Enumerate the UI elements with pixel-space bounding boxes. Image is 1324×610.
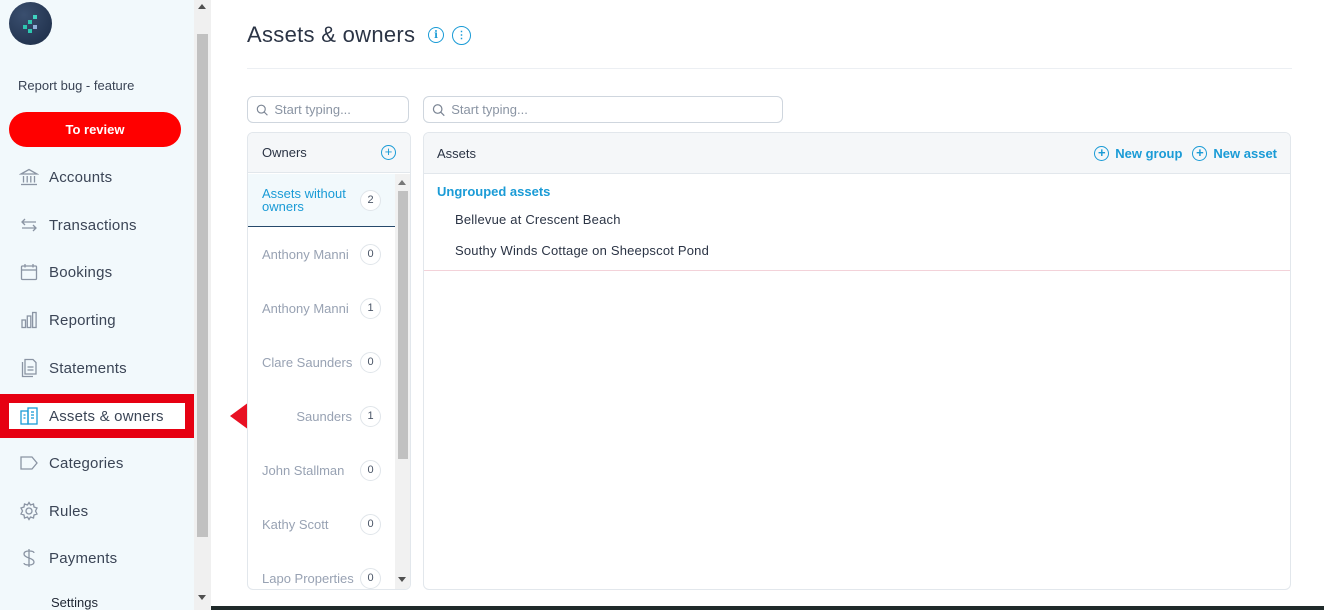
new-asset-label: New asset — [1213, 145, 1277, 161]
page-title: Assets & owners — [247, 22, 416, 47]
owner-count-badge: 0 — [360, 459, 381, 481]
sidebar-item-label: Accounts — [49, 168, 113, 186]
tag-icon — [18, 452, 40, 474]
sidebar-item-label: Assets & owners — [49, 407, 164, 425]
owner-count-badge: 2 — [360, 189, 381, 211]
sidebar-item-transactions[interactable]: Transactions — [0, 205, 194, 245]
more-options-icon[interactable]: ⋮ — [452, 26, 471, 45]
gear-icon — [18, 500, 40, 522]
new-asset-button[interactable]: + New asset — [1192, 145, 1277, 161]
owner-row[interactable]: Clare Saunders 0 — [248, 351, 395, 373]
owner-count-badge: 1 — [360, 297, 381, 319]
assets-header: Assets + New group + New asset — [424, 133, 1290, 174]
owner-name: John Stallman — [262, 462, 345, 478]
owners-header-label: Owners — [262, 145, 307, 160]
app-logo[interactable] — [9, 2, 52, 45]
assets-panel: Assets + New group + New asset Ungrouped… — [423, 132, 1291, 590]
owners-header: Owners + — [248, 133, 410, 173]
taskbar-strip — [211, 606, 1324, 610]
logo-icon — [22, 14, 37, 33]
document-icon — [18, 357, 40, 379]
owner-row[interactable]: Anthony Manni 0 — [248, 243, 395, 265]
plus-circle-icon: + — [1094, 145, 1110, 161]
owner-count-badge: 1 — [360, 405, 381, 427]
owner-row[interactable]: Saunders 1 — [248, 405, 395, 427]
owners-search-field[interactable] — [247, 96, 409, 123]
scroll-down-arrow-icon[interactable] — [198, 595, 206, 600]
sidebar-item-label: Payments — [49, 549, 118, 567]
owner-count-badge: 0 — [360, 351, 381, 373]
owner-row[interactable]: John Stallman 0 — [248, 459, 395, 481]
sidebar-item-rules[interactable]: Rules — [0, 491, 194, 531]
active-item-box: Assets & owners — [9, 403, 185, 429]
asset-group-title[interactable]: Ungrouped assets — [437, 184, 550, 199]
sidebar-item-bookings[interactable]: Bookings — [0, 252, 194, 292]
sidebar-item-label: Bookings — [49, 263, 113, 281]
group-divider — [424, 270, 1290, 271]
asset-item[interactable]: Southy Winds Cottage on Sheepscot Pond — [455, 243, 709, 258]
sidebar-item-payments[interactable]: Payments — [0, 538, 194, 578]
owner-row[interactable]: Anthony Manni 1 — [248, 297, 395, 319]
sidebar-item-label: Transactions — [49, 216, 137, 234]
new-group-label: New group — [1115, 145, 1183, 161]
sidebar-item-label: Reporting — [49, 311, 116, 329]
sidebar-item-categories[interactable]: Categories — [0, 443, 194, 483]
owner-count-badge: 0 — [360, 567, 381, 589]
to-review-button[interactable]: To review — [9, 112, 181, 147]
assets-actions: + New group + New asset — [1094, 145, 1277, 161]
owner-name: Assets without owners — [262, 186, 346, 214]
buildings-icon — [18, 405, 40, 427]
owner-name: Anthony Manni — [262, 246, 349, 262]
title-icons: i ⋮ — [428, 26, 471, 45]
search-icon — [256, 104, 268, 116]
assets-header-label: Assets — [437, 145, 477, 161]
owner-name: Clare Saunders — [262, 354, 353, 370]
owner-row-selected[interactable]: Assets without owners 2 — [248, 174, 395, 227]
calendar-icon — [18, 261, 40, 283]
sidebar-item-settings[interactable]: Settings — [51, 595, 98, 610]
owner-name: Anthony Manni — [262, 300, 349, 316]
divider — [247, 68, 1292, 69]
scroll-up-arrow-icon[interactable] — [398, 180, 406, 185]
report-bug-link[interactable]: Report bug - feature — [18, 78, 134, 93]
plus-circle-icon: + — [1192, 145, 1208, 161]
assets-search-input[interactable] — [451, 102, 782, 117]
swap-arrows-icon — [18, 214, 40, 236]
owner-row[interactable]: Kathy Scott 0 — [248, 513, 395, 535]
owners-panel: Owners + Assets without owners 2 Anthony… — [247, 132, 411, 590]
sidebar-item-label: Categories — [49, 454, 124, 472]
owners-scrollbar-thumb[interactable] — [398, 191, 408, 459]
search-icon — [432, 103, 445, 116]
new-group-button[interactable]: + New group — [1094, 145, 1183, 161]
owner-row[interactable]: Lapo Properties 0 — [248, 567, 395, 589]
bar-chart-icon — [18, 309, 40, 331]
sidebar-item-reporting[interactable]: Reporting — [0, 300, 194, 340]
owner-name: Lapo Properties — [262, 570, 354, 586]
sidebar: Report bug - feature To review Accounts … — [0, 0, 194, 610]
sidebar-scrollbar-thumb[interactable] — [197, 34, 208, 537]
sidebar-item-label: Statements — [49, 359, 127, 377]
sidebar-item-assets-owners[interactable]: Assets & owners — [0, 394, 194, 438]
add-owner-plus-icon[interactable]: + — [381, 145, 396, 160]
scroll-down-arrow-icon[interactable] — [398, 577, 406, 582]
sidebar-item-label: Rules — [49, 502, 89, 520]
owner-name: Kathy Scott — [262, 516, 329, 532]
assets-search-field[interactable] — [423, 96, 783, 123]
owner-count-badge: 0 — [360, 243, 381, 265]
info-icon[interactable]: i — [428, 27, 444, 43]
asset-item[interactable]: Bellevue at Crescent Beach — [455, 212, 621, 227]
scroll-up-arrow-icon[interactable] — [198, 4, 206, 9]
bank-icon — [18, 166, 40, 188]
owner-name: Saunders — [296, 408, 352, 424]
owner-count-badge: 0 — [360, 513, 381, 535]
owners-search-input[interactable] — [274, 102, 408, 117]
sidebar-item-accounts[interactable]: Accounts — [0, 157, 194, 197]
dollar-icon — [18, 547, 40, 569]
sidebar-item-statements[interactable]: Statements — [0, 348, 194, 388]
